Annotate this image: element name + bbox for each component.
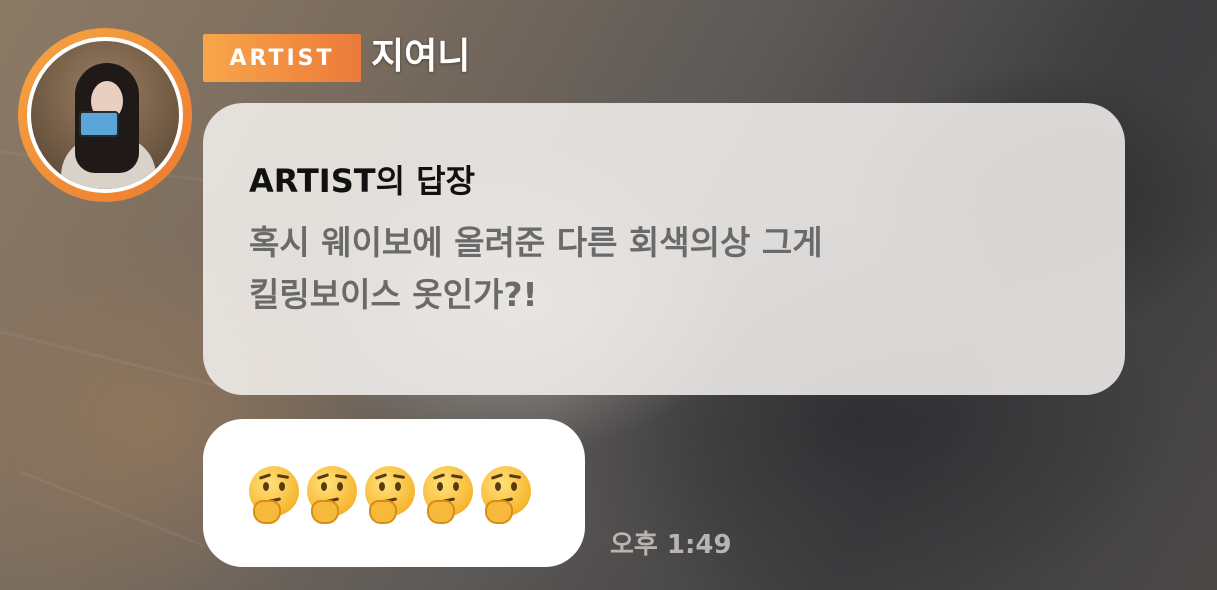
- reply-title: ARTIST의 답장: [249, 162, 476, 200]
- reply-body: 혹시 웨이보에 올려준 다른 회색의상 그게 킬링보이스 옷인가?!: [249, 217, 1079, 321]
- thinking-face-icon: [247, 466, 301, 524]
- thinking-face-icon: [479, 466, 533, 524]
- reply-line: 혹시 웨이보에 올려준 다른 회색의상 그게: [249, 223, 823, 262]
- thinking-face-icon: [421, 466, 475, 524]
- emoji-message-bubble[interactable]: [203, 419, 585, 567]
- chat-screen: ARTIST 지여니 ARTIST의 답장 혹시 웨이보에 올려준 다른 회색의…: [0, 0, 1217, 590]
- artist-badge: ARTIST: [203, 34, 361, 82]
- avatar-ring[interactable]: [18, 28, 192, 202]
- thinking-face-icon: [305, 466, 359, 524]
- reply-message-bubble[interactable]: ARTIST의 답장 혹시 웨이보에 올려준 다른 회색의상 그게 킬링보이스 …: [203, 103, 1125, 395]
- artist-name[interactable]: 지여니: [371, 30, 470, 84]
- reply-line: 킬링보이스 옷인가?!: [249, 275, 538, 314]
- message-timestamp: 오후 1:49: [610, 530, 732, 560]
- thinking-face-icon: [363, 466, 417, 524]
- avatar[interactable]: [27, 37, 183, 193]
- avatar-camera: [79, 111, 119, 137]
